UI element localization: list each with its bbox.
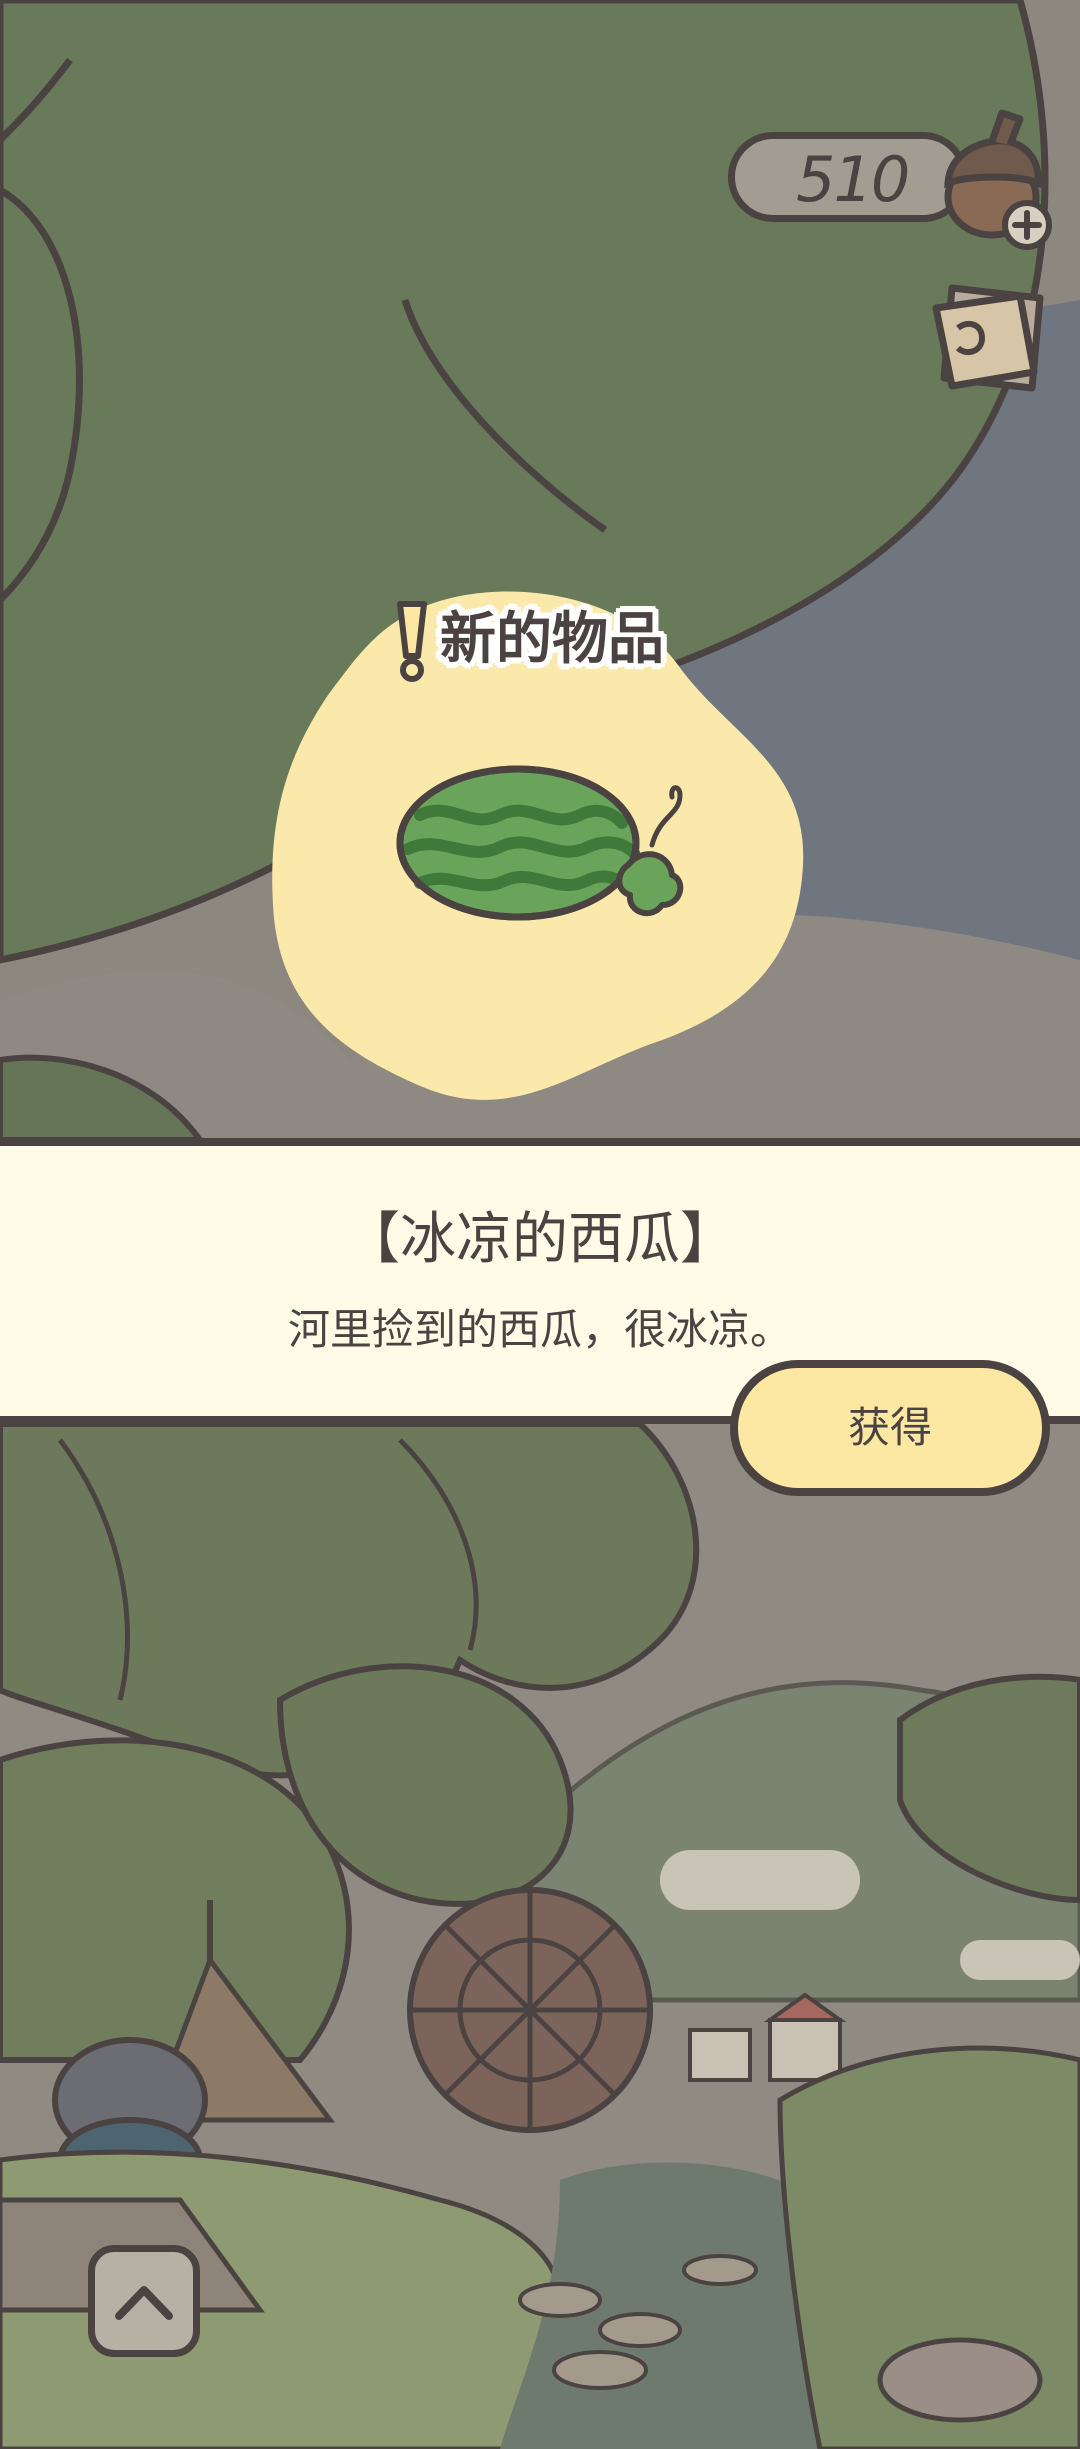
item-name: 【冰凉的西瓜】 xyxy=(344,1207,736,1272)
watermelon-icon xyxy=(396,765,684,921)
obtain-button[interactable]: 获得 xyxy=(730,1360,1050,1496)
chevron-up-icon xyxy=(115,2286,173,2320)
new-item-heading: 新的物品 xyxy=(440,607,664,672)
plus-icon[interactable] xyxy=(1000,198,1054,252)
item-description: 河里捡到的西瓜，很冰凉。 xyxy=(287,1305,792,1354)
obtain-button-label: 获得 xyxy=(847,1403,932,1452)
game-screen: 510 新的物品 【冰凉的西瓜】 河里捡到的西瓜，很冰凉。 获得 xyxy=(0,0,1080,2449)
tickets-icon[interactable] xyxy=(922,268,1062,400)
currency-count: 510 xyxy=(796,143,910,216)
exclaim-icon xyxy=(397,601,427,682)
expand-up-button[interactable] xyxy=(88,2245,200,2357)
